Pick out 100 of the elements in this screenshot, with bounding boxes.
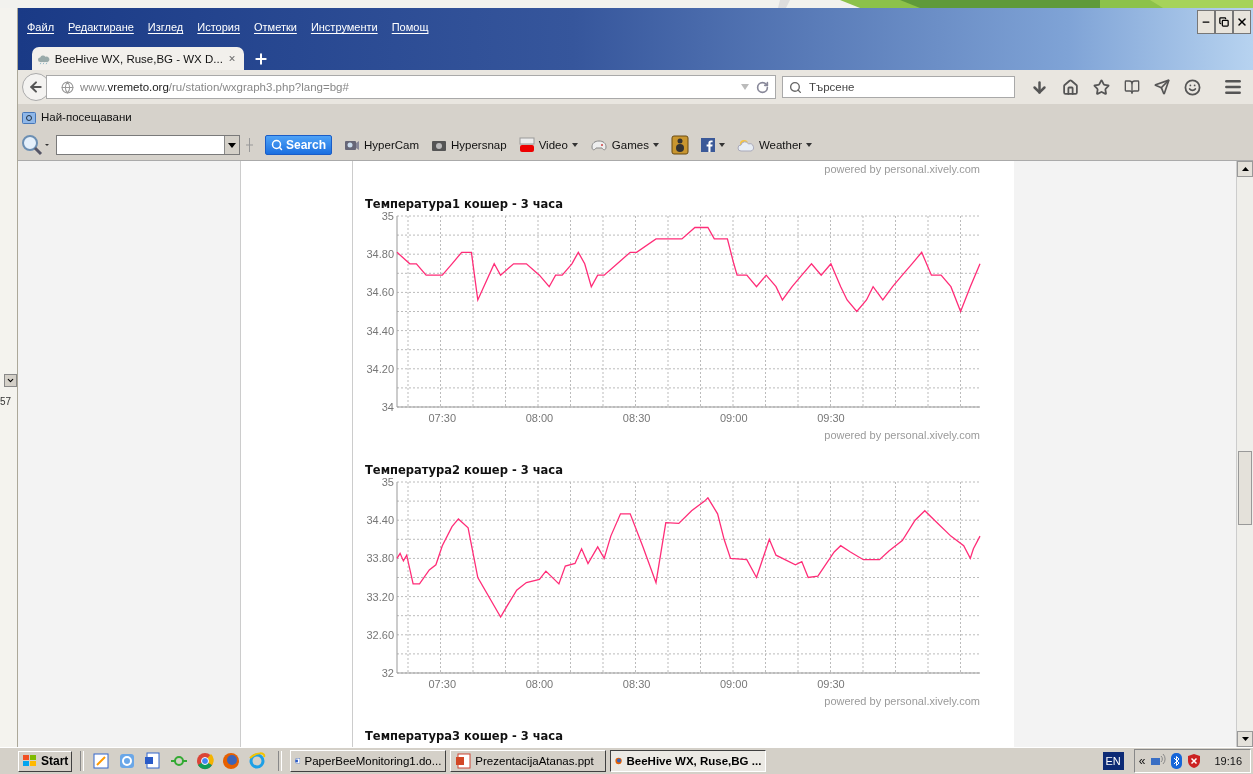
video-icon: [518, 137, 535, 153]
axis-label: 08:30: [622, 412, 651, 424]
address-field[interactable]: www.vremeto.org/ru/station/wxgraph3.php?lang=bg#: [46, 75, 776, 99]
menu-item[interactable]: История: [190, 21, 247, 33]
menu-item[interactable]: Редактиране: [61, 21, 141, 33]
chevron-down-icon: [6, 376, 15, 385]
axis-label: 09:30: [817, 678, 845, 690]
axis-label: 34.80: [366, 248, 394, 261]
scroll-down-button[interactable]: [1237, 731, 1253, 747]
gamepad-icon: [589, 138, 608, 152]
reload-icon[interactable]: [756, 80, 769, 94]
camera-icon: [344, 138, 361, 152]
credit-text: powered by personal.xively.com: [823, 428, 981, 443]
caret-icon[interactable]: [806, 143, 813, 147]
browser-icon[interactable]: [222, 752, 241, 770]
restore-icon: [1219, 17, 1229, 27]
credit-text: powered by personal.xively.com: [823, 694, 981, 709]
close-button[interactable]: [1233, 10, 1251, 34]
scroll-down-button[interactable]: [4, 374, 17, 387]
close-icon[interactable]: [227, 53, 236, 64]
axis-label: 35: [381, 212, 394, 222]
search-icon: [789, 80, 802, 94]
chart-title: Температура2 кошер - 3 часа: [365, 462, 564, 478]
axis-label: 33.80: [366, 552, 394, 565]
reading-list-icon[interactable]: [1124, 79, 1140, 95]
chart-title: Температура1 кошер - 3 часа: [365, 196, 564, 212]
windows-logo-icon: [22, 754, 38, 768]
taskbar-button[interactable]: PrezentacijaAtanas.ppt: [450, 750, 607, 772]
axis-label: 09:00: [720, 412, 748, 424]
start-button[interactable]: Start: [18, 750, 73, 772]
toolbar-item[interactable]: Weather: [736, 138, 813, 152]
browser-tab[interactable]: BeeHive WX, Ruse,BG - WX D...: [32, 47, 244, 70]
download-icon[interactable]: [1031, 78, 1048, 96]
credit-text: powered by personal.xively.com: [823, 162, 981, 177]
speaker-icon[interactable]: [670, 135, 689, 155]
star-icon[interactable]: [1093, 78, 1110, 96]
restore-button[interactable]: [1215, 10, 1233, 34]
caret-icon[interactable]: [718, 143, 725, 147]
caret-icon[interactable]: [571, 143, 578, 147]
scroll-up-button[interactable]: [1237, 161, 1253, 177]
facebook-icon[interactable]: [700, 138, 715, 152]
weather-icon: [736, 138, 755, 152]
dropdown-arrow-icon[interactable]: [228, 142, 236, 148]
taskbar-button[interactable]: PaperBeeMonitoring1.do...: [290, 750, 447, 772]
search-icon: [271, 139, 283, 151]
axis-label: 34.40: [366, 514, 394, 527]
search-icon[interactable]: [20, 133, 50, 157]
axis-label: 32: [381, 667, 394, 679]
menu-item[interactable]: Файл: [20, 21, 62, 33]
smiley-icon[interactable]: [1184, 78, 1201, 96]
scroll-thumb[interactable]: [1238, 451, 1252, 525]
caret-icon[interactable]: [652, 143, 659, 147]
axis-label: 08:00: [525, 412, 554, 424]
network-icon[interactable]: [1150, 754, 1167, 768]
send-icon[interactable]: [1154, 79, 1170, 95]
toolbar-item[interactable]: Hypersnap: [431, 138, 507, 152]
language-indicator[interactable]: EN: [1102, 752, 1124, 770]
menu-item[interactable]: Изглед: [140, 21, 191, 33]
toolbar-item[interactable]: Video: [518, 137, 578, 153]
down-arrow-icon: [1241, 737, 1249, 741]
minimize-button[interactable]: [1197, 10, 1215, 34]
globe-icon: [61, 80, 74, 94]
presentation-icon: [455, 753, 472, 769]
axis-label: 34.40: [366, 324, 394, 337]
menu-item[interactable]: Инструменти: [303, 21, 385, 33]
shield-icon[interactable]: [1187, 753, 1202, 769]
bookmark-item[interactable]: Най-посещавани: [22, 110, 132, 124]
tray-expand-button[interactable]: «: [1138, 754, 1146, 768]
clock: 19:16: [1214, 755, 1242, 767]
camera-icon: [431, 138, 447, 152]
axis-label: 34: [381, 401, 394, 413]
axis-label: 09:00: [720, 678, 748, 690]
axis-label: 08:30: [622, 678, 651, 690]
close-icon: [1236, 16, 1248, 28]
chart-title: Температура3 кошер - 3 часа: [365, 728, 564, 744]
axis-label: 07:30: [428, 412, 457, 424]
menu-item[interactable]: Отметки: [246, 21, 304, 33]
note-icon[interactable]: [92, 752, 111, 770]
axis-label: 33.20: [366, 590, 394, 603]
up-arrow-icon: [1241, 167, 1249, 171]
toolbar-item[interactable]: HyperCam: [344, 138, 419, 152]
axis-label: 34.60: [366, 286, 394, 299]
menu-icon[interactable]: [1223, 77, 1243, 97]
axis-label: 35: [381, 478, 394, 488]
browser-icon[interactable]: [196, 752, 215, 770]
home-icon[interactable]: [1062, 78, 1079, 96]
search-combo-field[interactable]: [56, 135, 240, 155]
toolbar-item[interactable]: Games: [589, 138, 659, 152]
search-button[interactable]: Search: [265, 135, 333, 155]
taskbar-button[interactable]: BeeHive WX, Ruse,BG ...: [610, 750, 767, 772]
axis-label: 34.20: [366, 362, 394, 375]
search-field[interactable]: Търсене: [807, 80, 1001, 94]
search-box[interactable]: Търсене: [782, 76, 1015, 98]
axis-label: 08:00: [525, 678, 554, 690]
axis-label: 07:30: [428, 678, 457, 690]
side-label: 57: [0, 396, 12, 407]
menu-item[interactable]: Помощ: [384, 21, 436, 33]
bluetooth-icon[interactable]: [1171, 753, 1183, 769]
axis-label: 09:30: [817, 412, 845, 424]
document-icon[interactable]: [144, 752, 163, 770]
